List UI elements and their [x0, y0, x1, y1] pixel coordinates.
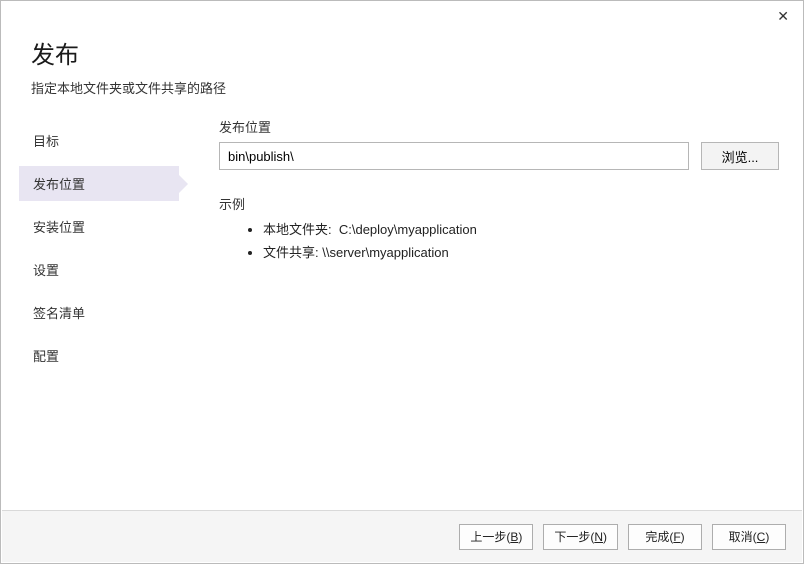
examples-list: 本地文件夹: C:\deploy\myapplication 文件共享: \\s…: [219, 219, 779, 261]
example-file-share: 文件共享: \\server\myapplication: [263, 242, 779, 261]
dialog-title: 发布: [31, 35, 773, 70]
sidebar-item-settings[interactable]: 设置: [19, 252, 179, 287]
sidebar-item-target[interactable]: 目标: [19, 123, 179, 158]
publish-location-label: 发布位置: [219, 117, 779, 136]
example-value: C:\deploy\myapplication: [339, 222, 477, 237]
sidebar-item-publish-location[interactable]: 发布位置: [19, 166, 179, 201]
sidebar-item-label: 设置: [33, 263, 59, 278]
sidebar-item-label: 签名清单: [33, 306, 85, 321]
examples-label: 示例: [219, 194, 779, 213]
example-name: 本地文件夹:: [263, 222, 332, 237]
sidebar-item-configuration[interactable]: 配置: [19, 338, 179, 373]
close-button[interactable]: ✕: [773, 5, 793, 27]
cancel-button[interactable]: 取消(C): [712, 524, 786, 550]
example-local-folder: 本地文件夹: C:\deploy\myapplication: [263, 219, 779, 238]
example-name: 文件共享:: [263, 245, 319, 260]
sidebar-item-label: 安装位置: [33, 220, 85, 235]
finish-button[interactable]: 完成(F): [628, 524, 702, 550]
dialog-subtitle: 指定本地文件夹或文件共享的路径: [31, 78, 773, 97]
browse-button[interactable]: 浏览...: [701, 142, 779, 170]
sidebar-item-label: 配置: [33, 349, 59, 364]
sidebar-item-label: 发布位置: [33, 177, 85, 192]
sidebar-item-label: 目标: [33, 134, 59, 149]
sidebar-item-sign-manifest[interactable]: 签名清单: [19, 295, 179, 330]
publish-location-input[interactable]: [219, 142, 689, 170]
next-button[interactable]: 下一步(N): [543, 524, 618, 550]
main-panel: 发布位置 浏览... 示例 本地文件夹: C:\deploy\myapplica…: [179, 117, 785, 381]
dialog-footer: 上一步(B) 下一步(N) 完成(F) 取消(C): [2, 510, 802, 562]
example-value: \\server\myapplication: [322, 245, 448, 260]
wizard-sidebar: 目标 发布位置 安装位置 设置 签名清单 配置: [19, 117, 179, 381]
dialog-header: 发布 指定本地文件夹或文件共享的路径: [1, 1, 803, 107]
back-button[interactable]: 上一步(B): [459, 524, 533, 550]
sidebar-item-install-location[interactable]: 安装位置: [19, 209, 179, 244]
